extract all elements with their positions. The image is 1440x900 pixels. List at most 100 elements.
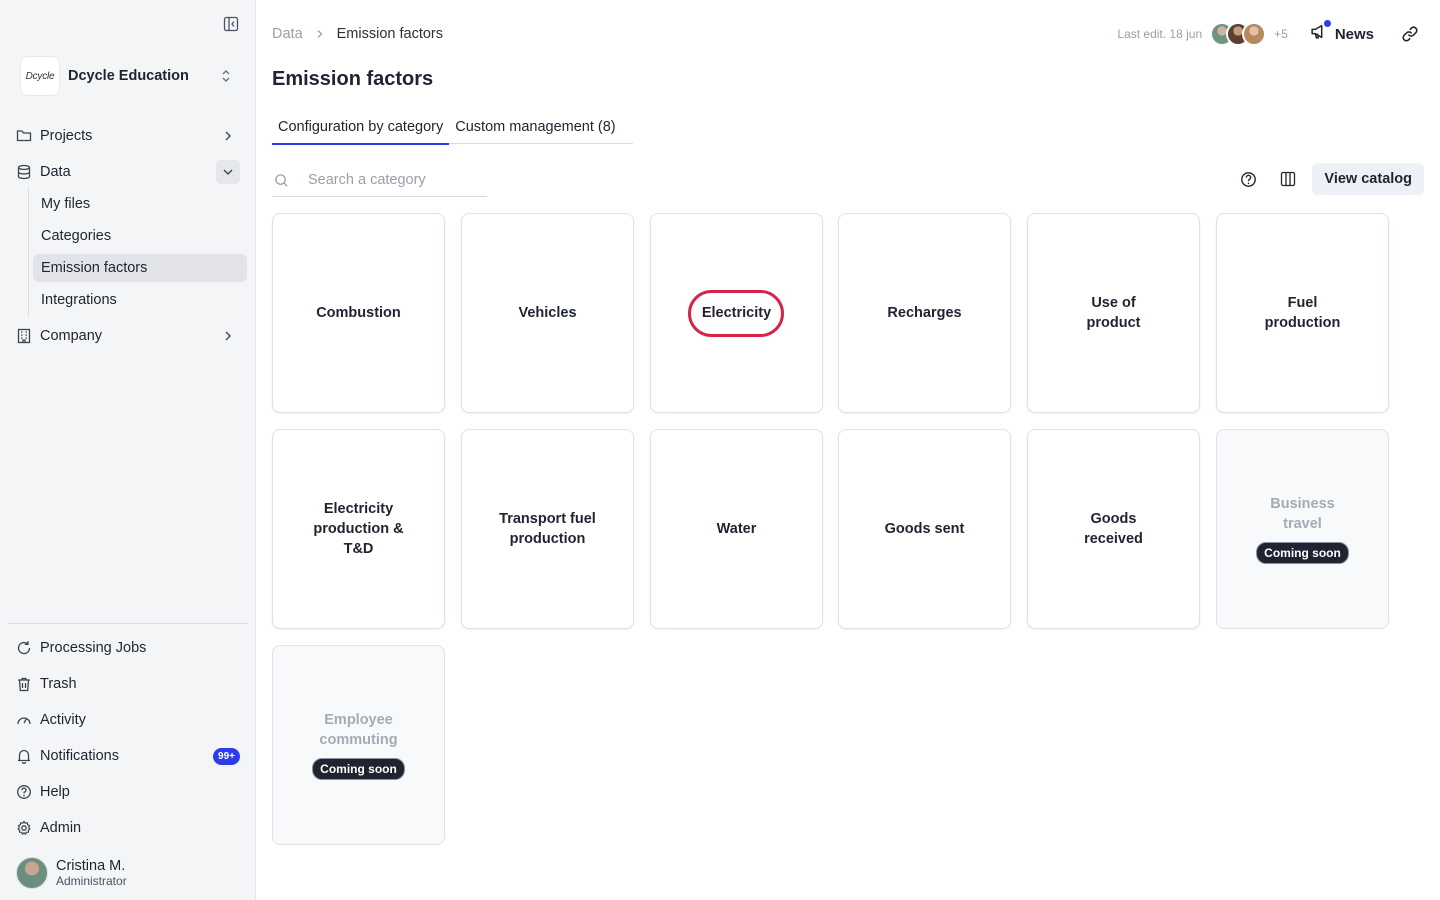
- category-card-electricity[interactable]: Electricity: [650, 213, 823, 413]
- category-card-use-of-product[interactable]: Use of product: [1027, 213, 1200, 413]
- coming-soon-badge: Coming soon: [1256, 542, 1349, 564]
- card-label: Electricity: [701, 305, 772, 321]
- tab-custom-management[interactable]: Custom management (8): [449, 110, 621, 144]
- category-card-employee-commuting: Employee commuting Coming soon: [272, 645, 445, 845]
- org-logo: Dcycle: [20, 56, 60, 96]
- chevron-up-down-icon: [218, 68, 234, 84]
- sidebar-item-activity[interactable]: Activity: [12, 704, 244, 736]
- category-card-water[interactable]: Water: [650, 429, 823, 629]
- category-card-goods-received[interactable]: Goods received: [1027, 429, 1200, 629]
- category-card-vehicles[interactable]: Vehicles: [461, 213, 634, 413]
- megaphone-icon: [1310, 23, 1327, 45]
- collapse-sidebar-icon[interactable]: [221, 14, 241, 34]
- category-card-business-travel: Business travel Coming soon: [1216, 429, 1389, 629]
- card-label: Transport fuel production: [499, 511, 596, 547]
- card-label: Employee commuting: [319, 712, 398, 748]
- sidebar-item-projects[interactable]: Projects: [12, 120, 244, 152]
- sidebar-subitem-my-files[interactable]: My files: [33, 190, 247, 218]
- gear-icon: [12, 816, 36, 840]
- sidebar-item-label: Notifications: [40, 748, 119, 764]
- card-label: Combustion: [316, 305, 401, 321]
- sidebar-item-admin[interactable]: Admin: [12, 812, 244, 844]
- help-circle-icon[interactable]: [1232, 163, 1264, 195]
- sidebar-item-notifications[interactable]: Notifications 99+: [12, 740, 244, 772]
- avatar: [16, 857, 48, 889]
- card-label: Use of product: [1086, 295, 1141, 331]
- breadcrumb-data[interactable]: Data: [272, 26, 303, 42]
- category-card-recharges[interactable]: Recharges: [838, 213, 1011, 413]
- sidebar-subitem-emission-factors[interactable]: Emission factors: [33, 254, 247, 282]
- help-circle-icon: [12, 780, 36, 804]
- card-label: Goods sent: [884, 521, 965, 537]
- sidebar-subitem-categories[interactable]: Categories: [33, 222, 247, 250]
- news-label: News: [1334, 25, 1374, 43]
- news-unread-dot: [1323, 20, 1331, 27]
- org-switcher[interactable]: Dcycle Dcycle Education: [20, 56, 240, 96]
- sidebar-item-processing-jobs[interactable]: Processing Jobs: [12, 632, 244, 664]
- sidebar-divider: [8, 623, 247, 624]
- card-label: Recharges: [887, 305, 962, 321]
- collaborator-avatars[interactable]: [1210, 22, 1267, 46]
- tab-configuration-by-category[interactable]: Configuration by category: [272, 110, 450, 145]
- chevron-right-icon[interactable]: [216, 324, 240, 348]
- card-label: Goods received: [1084, 511, 1143, 547]
- gauge-icon: [12, 708, 36, 732]
- link-icon[interactable]: [1400, 24, 1420, 44]
- chevron-down-icon[interactable]: [216, 160, 240, 184]
- user-role: Administrator: [56, 874, 127, 888]
- more-collaborators-count[interactable]: +5: [1274, 27, 1288, 41]
- category-card-fuel-production[interactable]: Fuel production: [1216, 213, 1389, 413]
- coming-soon-badge: Coming soon: [312, 758, 405, 780]
- sidebar-item-label: Company: [40, 328, 103, 344]
- folder-icon: [12, 124, 36, 148]
- news-button[interactable]: News: [1310, 20, 1374, 45]
- trash-icon: [12, 672, 36, 696]
- sidebar-item-label: Admin: [40, 820, 82, 836]
- sidebar: Dcycle Dcycle Education Projects Data My…: [0, 0, 256, 900]
- view-catalog-button[interactable]: View catalog: [1312, 163, 1424, 195]
- building-icon: [12, 324, 36, 348]
- user-name: Cristina M.: [56, 858, 126, 874]
- card-label: Vehicles: [518, 305, 577, 321]
- card-label: Business travel: [1270, 496, 1335, 532]
- category-card-electricity-production[interactable]: Electricity production & T&D: [272, 429, 445, 629]
- submenu-guide: [28, 188, 29, 316]
- card-label: Water: [716, 521, 757, 537]
- notifications-count-badge: 99+: [213, 747, 240, 765]
- columns-icon[interactable]: [1272, 163, 1304, 195]
- page-title: Emission factors: [272, 68, 434, 90]
- category-card-combustion[interactable]: Combustion: [272, 213, 445, 413]
- avatar: [1242, 22, 1267, 46]
- search-box: [272, 164, 487, 197]
- sidebar-item-label: Help: [40, 784, 70, 800]
- sidebar-item-company[interactable]: Company: [12, 320, 244, 352]
- chevron-right-icon: [315, 29, 325, 39]
- sidebar-item-label: Data: [40, 164, 71, 180]
- org-name: Dcycle Education: [68, 68, 189, 84]
- chevron-right-icon[interactable]: [216, 124, 240, 148]
- sidebar-item-trash[interactable]: Trash: [12, 668, 244, 700]
- breadcrumb-current: Emission factors: [336, 26, 444, 42]
- category-card-transport-fuel-production[interactable]: Transport fuel production: [461, 429, 634, 629]
- breadcrumb: Data Emission factors: [272, 24, 443, 44]
- card-label: Fuel production: [1264, 295, 1341, 331]
- sidebar-item-label: Processing Jobs: [40, 640, 147, 656]
- sidebar-subitem-integrations[interactable]: Integrations: [33, 286, 247, 314]
- sidebar-item-data[interactable]: Data: [12, 156, 244, 188]
- toolbar: View catalog: [1232, 163, 1424, 195]
- bell-icon: [12, 744, 36, 768]
- sidebar-item-label: Activity: [40, 712, 86, 728]
- tabs: Configuration by category Custom managem…: [272, 110, 633, 145]
- sidebar-item-label: Projects: [40, 128, 93, 144]
- user-profile[interactable]: Cristina M. Administrator: [16, 856, 246, 890]
- search-icon: [272, 171, 290, 189]
- refresh-icon: [12, 636, 36, 660]
- card-label: Electricity production & T&D: [313, 501, 404, 557]
- header-actions: Last edit. 18 jun +5 News: [1117, 18, 1420, 50]
- search-input[interactable]: [308, 172, 478, 188]
- last-edit-text: Last edit. 18 jun: [1117, 27, 1203, 41]
- sidebar-item-help[interactable]: Help: [12, 776, 244, 808]
- database-icon: [12, 160, 36, 184]
- sidebar-item-label: Trash: [40, 676, 77, 692]
- category-card-goods-sent[interactable]: Goods sent: [838, 429, 1011, 629]
